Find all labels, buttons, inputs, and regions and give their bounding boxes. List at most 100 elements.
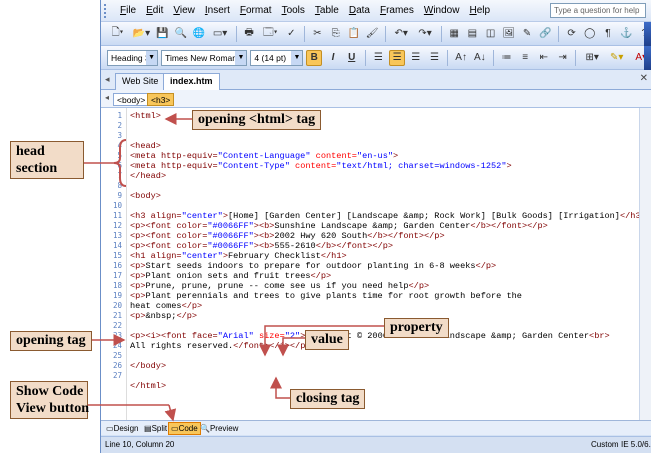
menu-window[interactable]: Window — [419, 0, 465, 22]
line-number: 17 — [112, 271, 122, 280]
show-all-icon[interactable]: ¶ — [600, 26, 615, 42]
tab-web-site[interactable]: Web Site — [115, 73, 166, 90]
print-icon[interactable]: 🖶 — [241, 26, 256, 42]
toolbar-separator — [440, 25, 442, 42]
toolbar-separator — [303, 25, 305, 42]
p-close-tag: </p> — [475, 261, 497, 271]
quick-tag-h3[interactable]: <h3> — [147, 93, 175, 106]
borders-icon[interactable]: ⊞▾ — [581, 50, 603, 66]
menu-grip[interactable] — [104, 4, 107, 18]
bold-icon[interactable]: B — [306, 49, 323, 66]
preview-view-button[interactable]: 🔍Preview — [197, 422, 241, 435]
style-dropdown[interactable]: Heading 3 ▼ — [107, 49, 159, 66]
toolbar-options-icon[interactable] — [644, 46, 651, 70]
copy-icon[interactable]: ⎘ — [328, 26, 343, 42]
line-number: 1 — [117, 111, 122, 120]
standard-toolbar: 🗋▾ 📂▾ 💾 🔍 🌐 ▭▾ 🖶 🗔▾ ✓ ✂ ⎘ 📋 🖌 ↶▾ ↷▾ ▦ ▤ … — [101, 22, 651, 46]
menu-frames[interactable]: Frames — [375, 0, 419, 22]
undo-icon[interactable]: ↶▾ — [391, 26, 412, 42]
menu-format[interactable]: Format — [235, 0, 277, 22]
increase-font-icon[interactable]: A↑ — [453, 50, 469, 66]
meta-tag: <meta http-equiv= — [130, 161, 218, 171]
menu-data[interactable]: Data — [344, 0, 375, 22]
open-icon[interactable]: 📂▾ — [131, 26, 152, 42]
menu-table[interactable]: Table — [310, 0, 344, 22]
code-line-16: <p>Plant onion sets and fruit trees</p> — [130, 271, 331, 281]
h1-tag: <h1 align= — [130, 251, 182, 261]
design-view-button[interactable]: ▭Design — [103, 422, 141, 435]
html-close-tag: </html> — [130, 381, 167, 391]
callout-opening-html-tag: opening <html> tag — [192, 110, 322, 130]
quick-tag-body[interactable]: <body> — [113, 93, 150, 106]
menu-tools[interactable]: Tools — [277, 0, 310, 22]
hyperlink-icon[interactable]: 🔗 — [538, 26, 553, 42]
quick-tag-scroll-icon[interactable]: ◂ — [105, 93, 109, 102]
toggle-pane-icon[interactable]: ▭▾ — [210, 26, 231, 42]
insert-table-icon[interactable]: ▤ — [465, 26, 480, 42]
line-number: 27 — [112, 371, 122, 380]
attr-value: "text/html; charset=windows-1252" — [336, 161, 507, 171]
underline-icon[interactable]: U — [344, 50, 360, 66]
align-left-icon[interactable]: ☰ — [371, 50, 387, 66]
preview-icon[interactable]: 🗔▾ — [260, 26, 281, 42]
line-number: 13 — [112, 231, 122, 240]
italic-icon[interactable]: I — [325, 50, 341, 66]
text-content: All rights reserved. — [130, 341, 234, 351]
split-view-button[interactable]: ▤Split — [141, 422, 170, 435]
stop-icon[interactable]: ◯ — [582, 26, 597, 42]
line-number: 6 — [117, 161, 122, 170]
menu-insert[interactable]: Insert — [200, 0, 235, 22]
decrease-indent-icon[interactable]: ⇤ — [536, 50, 552, 66]
toolbar-options-icon[interactable] — [644, 22, 651, 46]
body-open-tag: <body> — [130, 191, 161, 201]
code-view-button[interactable]: ▭Code — [168, 422, 201, 435]
code-line-15: <p>Start seeds indoors to prepare for ou… — [130, 261, 496, 271]
increase-indent-icon[interactable]: ⇥ — [555, 50, 571, 66]
show-layer-anchors-icon[interactable]: ⚓ — [619, 26, 634, 42]
menu-file[interactable]: File — [115, 0, 141, 22]
insert-layer-icon[interactable]: ◫ — [483, 26, 498, 42]
font-size-dropdown[interactable]: 4 (14 pt) ▼ — [250, 49, 304, 66]
vertical-scrollbar[interactable] — [639, 108, 651, 420]
attr-name: content= — [310, 151, 357, 161]
decrease-font-icon[interactable]: A↓ — [472, 50, 488, 66]
h1-close-tag: </h1> — [320, 251, 347, 261]
design-label: Design — [113, 424, 139, 433]
cut-icon[interactable]: ✂ — [310, 26, 325, 42]
insert-picture-icon[interactable]: 🖼 — [501, 26, 516, 42]
line-number: 20 — [112, 301, 122, 310]
menu-view[interactable]: View — [168, 0, 200, 22]
font-dropdown[interactable]: Times New Roman ▼ — [161, 49, 248, 66]
attr-value: "2" — [284, 331, 301, 341]
line-number: 8 — [117, 181, 122, 190]
menu-help[interactable]: Help — [464, 0, 495, 22]
format-painter-icon[interactable]: 🖌 — [365, 26, 380, 42]
help-search-input[interactable]: Type a question for help — [550, 3, 646, 18]
tab-index-htm[interactable]: index.htm — [163, 73, 220, 90]
justify-icon[interactable]: ☰ — [427, 50, 443, 66]
align-center-icon[interactable]: ☰ — [389, 49, 405, 66]
new-page-icon[interactable]: 🗋▾ — [107, 26, 128, 42]
spelling-icon[interactable]: ✓ — [284, 26, 299, 42]
publish-icon[interactable]: 🌐 — [191, 26, 206, 42]
close-icon[interactable]: ✕ — [640, 73, 648, 84]
p-close-tag: </p> — [176, 311, 198, 321]
save-icon[interactable]: 💾 — [155, 26, 170, 42]
text-content: February Checklist — [228, 251, 321, 261]
numbering-icon[interactable]: ≔ — [499, 50, 515, 66]
bullets-icon[interactable]: ≡ — [517, 50, 533, 66]
search-icon[interactable]: 🔍 — [173, 26, 188, 42]
refresh-icon[interactable]: ⟳ — [564, 26, 579, 42]
web-component-icon[interactable]: ▦ — [447, 26, 462, 42]
align-right-icon[interactable]: ☰ — [408, 50, 424, 66]
code-editor[interactable]: 1 2 3 4 5 6 7 8 9 10 11 12 13 14 15 16 17 18 19 20 21 22 23 24 2… — [101, 108, 651, 420]
tab-scroll-icon[interactable]: ◂ — [105, 74, 110, 85]
toolbar-separator — [492, 49, 494, 66]
callout-opening-tag: opening tag — [10, 331, 92, 351]
preview-label: Preview — [209, 424, 239, 433]
redo-icon[interactable]: ↷▾ — [415, 26, 436, 42]
menu-edit[interactable]: Edit — [141, 0, 168, 22]
highlight-icon[interactable]: ✎▾ — [606, 50, 628, 66]
drawing-icon[interactable]: ✎ — [519, 26, 534, 42]
paste-icon[interactable]: 📋 — [346, 26, 361, 42]
